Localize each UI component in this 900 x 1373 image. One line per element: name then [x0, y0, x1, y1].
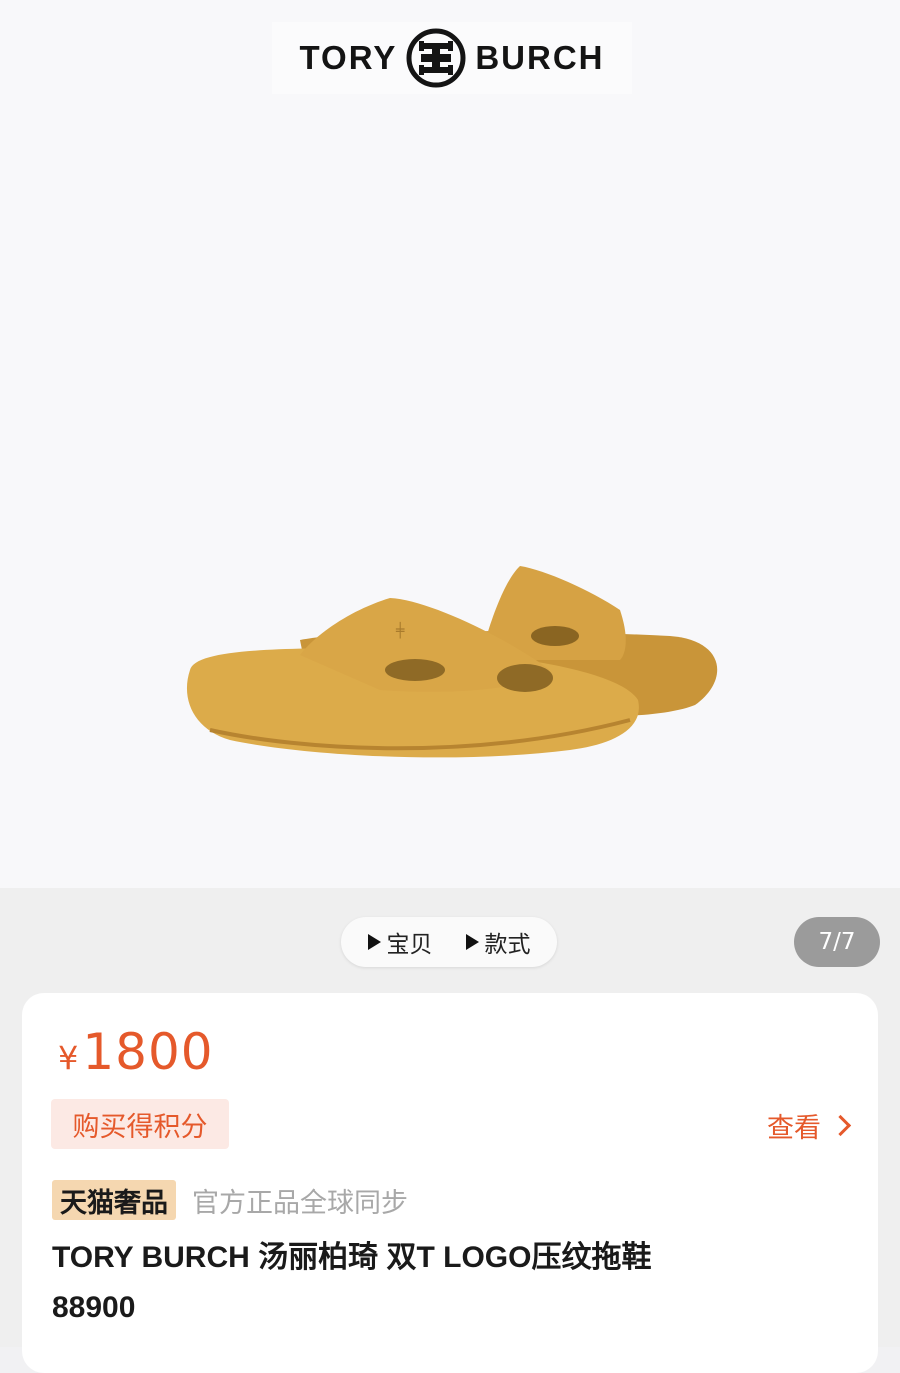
play-triangle-icon — [367, 934, 381, 950]
tab-kuanshi-label: 款式 — [484, 932, 531, 958]
price-amount: 1800 — [82, 1023, 214, 1081]
svg-text:╪: ╪ — [395, 621, 405, 639]
tag-note: 官方正品全球同步 — [192, 1187, 408, 1219]
brand-left-word: TORY — [299, 39, 398, 76]
product-title-line-2: 88900 — [52, 1291, 136, 1324]
product-gallery[interactable]: TORY BURCH ╪ — [0, 0, 900, 888]
double-t-logo-icon — [406, 28, 466, 88]
points-badge: 购买得积分 — [51, 1099, 229, 1149]
tab-baobei-label: 宝贝 — [386, 932, 433, 958]
product-title: TORY BURCH 汤丽柏琦 双T LOGO压纹拖鞋 88900 — [52, 1233, 842, 1333]
product-title-line-1: TORY BURCH 汤丽柏琦 双T LOGO压纹拖鞋 — [52, 1241, 652, 1274]
brand-logo: TORY BURCH — [272, 22, 632, 94]
sandal-product-image: ╪ — [186, 566, 718, 758]
chevron-right-icon — [829, 1114, 852, 1137]
play-triangle-icon — [465, 934, 479, 950]
product-info-card: ¥ 1800 购买得积分 查看 天猫奢品 官方正品全球同步 TORY BURCH… — [22, 993, 878, 1373]
tab-kuanshi[interactable]: 款式 — [465, 925, 531, 959]
tag-row: 天猫奢品 官方正品全球同步 — [52, 1180, 408, 1220]
image-counter: 7/7 — [794, 917, 880, 967]
tab-baobei[interactable]: 宝贝 — [367, 925, 433, 959]
tmall-luxury-tag: 天猫奢品 — [52, 1180, 176, 1220]
view-label: 查看 — [767, 1113, 821, 1144]
currency-symbol: ¥ — [58, 1039, 79, 1077]
view-button[interactable]: 查看 — [767, 1106, 852, 1145]
brand-right-word: BURCH — [475, 39, 605, 76]
gallery-switcher: 宝贝 款式 — [341, 917, 557, 967]
price: ¥ 1800 — [58, 1023, 214, 1081]
